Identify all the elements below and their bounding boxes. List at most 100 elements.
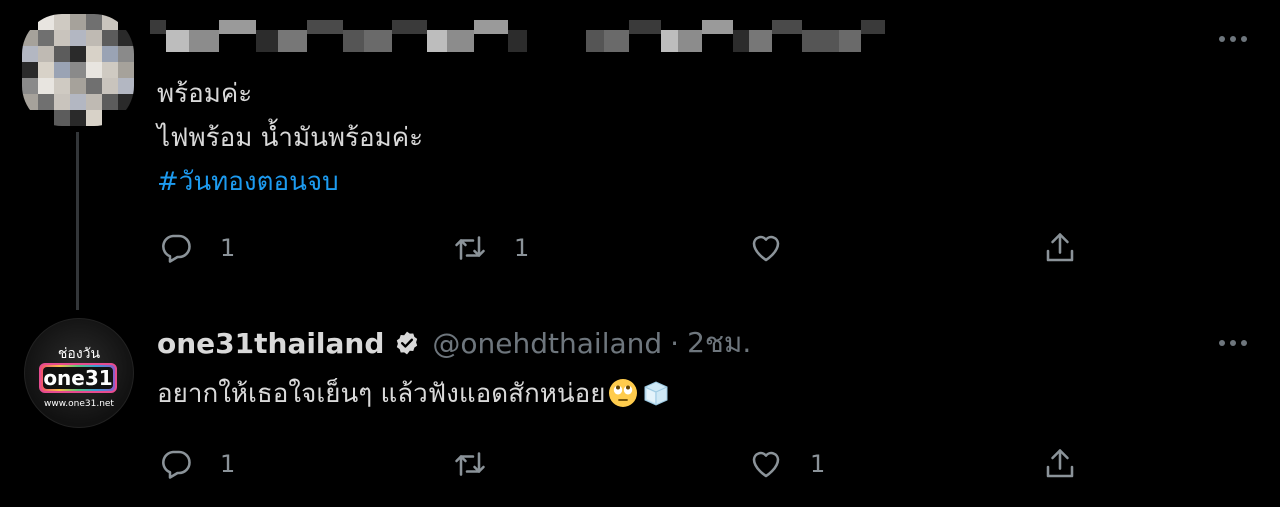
avatar-pixel: [22, 78, 38, 94]
avatar-pixel: [54, 46, 70, 62]
avatar-pixel: [22, 30, 38, 46]
avatar-pixel: [86, 78, 102, 94]
avatar-pixel: [118, 30, 134, 46]
name-blur-block: [586, 30, 604, 52]
avatar-pixel: [22, 94, 38, 110]
more-horizontal-icon[interactable]: [1216, 333, 1250, 353]
retweet-button[interactable]: 1: [452, 228, 529, 268]
avatar-pixel: [22, 62, 38, 78]
avatar-pixel: [118, 14, 134, 30]
name-blur-block: [629, 20, 661, 34]
share-button[interactable]: [1042, 228, 1078, 268]
avatar-pixel: [102, 110, 118, 126]
logo-badge: one31: [39, 363, 117, 393]
avatar-pixel: [38, 46, 54, 62]
heart-icon: [752, 451, 780, 478]
logo-url: www.one31.net: [44, 399, 114, 409]
more-horizontal-icon[interactable]: [1216, 29, 1250, 49]
avatar-pixel: [118, 78, 134, 94]
retweet-count: 1: [514, 234, 530, 262]
avatar-pixel: [38, 14, 54, 30]
name-blur-block: [427, 30, 447, 52]
user-handle[interactable]: @onehdthailand: [432, 327, 662, 360]
avatar-pixel: [54, 62, 70, 78]
tweet-text: พร้อมค่ะ ไฟพร้อม น้ำมันพร้อมค่ะ #วันทองต…: [157, 72, 423, 204]
tweet-text-line: ไฟพร้อม น้ำมันพร้อมค่ะ: [157, 123, 424, 153]
avatar-pixel: [118, 110, 134, 126]
avatar-pixel: [70, 30, 86, 46]
reply-button[interactable]: 1: [158, 228, 235, 268]
avatar-pixel: [54, 30, 70, 46]
avatar-pixel: [86, 14, 102, 30]
avatar-pixel: [118, 94, 134, 110]
retweet-button[interactable]: [452, 444, 514, 484]
ice-cube-emoji: [644, 381, 668, 406]
avatar-pixel: [22, 46, 38, 62]
tweet-reply[interactable]: ช่องวัน one31 www.one31.net one31thailan…: [0, 310, 1280, 507]
share-icon: [1046, 233, 1074, 262]
display-name[interactable]: one31thailand: [157, 327, 384, 360]
reply-icon: [162, 234, 191, 263]
avatar-pixel: [118, 62, 134, 78]
avatar-pixel: [22, 14, 38, 30]
avatar-pixel: [86, 46, 102, 62]
avatar-pixel: [38, 110, 54, 126]
avatar-pixel: [102, 46, 118, 62]
like-count: 1: [810, 450, 826, 478]
avatar-pixel: [70, 14, 86, 30]
avatar-pixel: [102, 30, 118, 46]
avatar-pixel: [54, 78, 70, 94]
retweet-icon: [455, 236, 485, 260]
avatar[interactable]: ช่องวัน one31 www.one31.net: [24, 318, 134, 428]
like-button[interactable]: [748, 228, 810, 268]
avatar-pixel: [86, 94, 102, 110]
name-blur-block: [278, 30, 307, 52]
name-blur-block: [772, 20, 802, 34]
avatar-pixel: [54, 110, 70, 126]
name-blur-block: [150, 20, 166, 34]
name-blur-block: [392, 20, 427, 34]
avatar-pixel: [22, 110, 38, 126]
tweet-text-line: พร้อมค่ะ: [157, 79, 253, 109]
name-blur-block: [307, 20, 343, 34]
name-blur-block: [343, 30, 364, 52]
avatar-pixel: [86, 110, 102, 126]
avatar-pixel: [118, 46, 134, 62]
avatar-pixel: [102, 62, 118, 78]
name-blur-block: [802, 30, 839, 52]
retweet-icon: [455, 452, 485, 476]
avatar-pixel: [102, 94, 118, 110]
name-blur-block: [749, 30, 772, 52]
reply-button[interactable]: 1: [158, 444, 235, 484]
name-blur-block: [256, 30, 278, 52]
reply-icon: [162, 450, 191, 479]
verified-badge-icon: [397, 331, 418, 355]
blurred-user-header: [150, 12, 890, 64]
like-button[interactable]: 1: [748, 444, 825, 484]
avatar[interactable]: [22, 14, 134, 126]
hashtag-link[interactable]: #วันทองตอนจบ: [157, 160, 423, 204]
thread-connector-line: [76, 132, 79, 310]
avatar-pixel: [70, 78, 86, 94]
name-blur-block: [661, 30, 678, 52]
tweet-reply-parent[interactable]: พร้อมค่ะ ไฟพร้อม น้ำมันพร้อมค่ะ #วันทองต…: [0, 0, 1280, 310]
avatar-pixel: [102, 78, 118, 94]
tweet-actions: 1 1: [158, 444, 1118, 484]
name-blur-block: [447, 30, 474, 52]
timestamp[interactable]: 2ชม.: [687, 321, 751, 365]
avatar-pixel: [70, 94, 86, 110]
tweet-text-line: อยากให้เธอใจเย็นๆ แล้วฟังแอดสักหน่อย: [157, 379, 606, 409]
name-blur-block: [553, 20, 586, 34]
share-button[interactable]: [1042, 444, 1078, 484]
reply-count: 1: [220, 234, 236, 262]
name-blur-block: [166, 30, 189, 52]
name-blur-block: [474, 20, 508, 34]
avatar-pixel: [86, 30, 102, 46]
avatar-pixel: [54, 14, 70, 30]
avatar-pixel: [38, 94, 54, 110]
name-blur-block: [219, 20, 256, 34]
name-blur-block: [733, 30, 749, 52]
name-blur-block: [189, 30, 219, 52]
avatar-pixel: [70, 62, 86, 78]
avatar-pixel: [38, 78, 54, 94]
